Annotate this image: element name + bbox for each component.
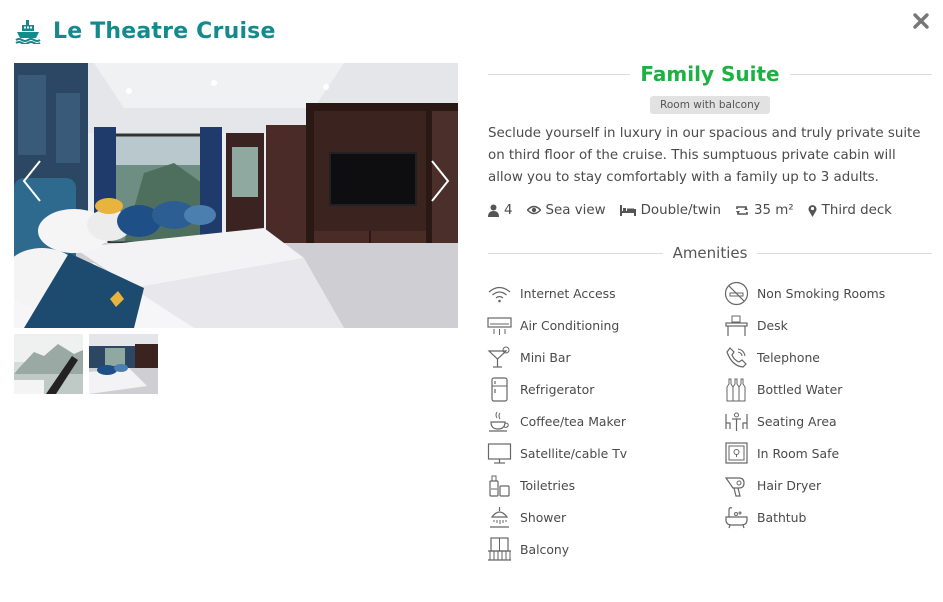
amenity-in-room-safe: In Room Safe [724,437,933,469]
eye-icon [526,205,541,215]
amenity-label: Telephone [757,349,820,365]
safe-icon [724,441,749,466]
bed-icon [619,204,636,216]
amenity-label: Shower [520,509,567,525]
tv-icon [487,441,512,466]
amenity-label: Toiletries [520,477,576,493]
cruise-ship-icon [15,18,41,44]
amenity-label: Bathtub [757,509,807,525]
room-specs: 4 Sea view Double/twin 35 m² Third deck [488,200,932,220]
room-type-badge: Room with balcony [650,96,770,114]
amenity-hair-dryer: Hair Dryer [724,469,933,501]
amenity-label: Balcony [520,541,570,557]
amenity-telephone: Telephone [724,341,933,373]
amenity-balcony: Balcony [487,533,724,565]
close-icon [913,13,929,29]
shower-icon [487,505,512,530]
gallery-next-button[interactable] [428,157,454,205]
amenity-label: Air Conditioning [520,317,620,333]
wifi-icon [487,281,512,306]
amenity-shower: Shower [487,501,724,533]
close-button[interactable] [911,11,931,31]
room-description: Seclude yourself in luxury in our spacio… [488,126,921,185]
amenities-title: Amenities [672,244,748,262]
refrigerator-icon [487,376,512,402]
spec-label: 35 m² [753,202,794,218]
amenity-mini-bar: Mini Bar [487,341,724,373]
spec-label: Double/twin [640,202,721,218]
amenity-label: Internet Access [520,285,616,301]
gallery-prev-button[interactable] [18,157,44,205]
spec-label: Third deck [821,202,892,218]
amenities-list: Internet Access Non Smoking Rooms Air Co… [487,277,933,565]
amenity-coffee-tea-maker: Coffee/tea Maker [487,405,724,437]
cocktail-icon [487,345,512,370]
amenity-label: Desk [757,317,788,333]
amenity-toiletries: Toiletries [487,469,724,501]
room-name: Family Suite [640,62,780,86]
divider [789,73,933,75]
amenity-refrigerator: Refrigerator [487,373,724,405]
thumbnail-strip [14,334,158,394]
amenity-non-smoking-rooms: Non Smoking Rooms [724,277,933,309]
seating-icon [724,409,749,434]
amenity-satellite-cable-tv: Satellite/cable Tv [487,437,724,469]
amenity-label: In Room Safe [757,445,840,461]
coffee-cup-icon [487,409,512,434]
spec-label: 4 [504,202,513,218]
amenity-desk: Desk [724,309,933,341]
chevron-right-icon [431,160,450,202]
modal-header: Le Theatre Cruise [15,14,276,48]
divider [488,73,631,75]
area-icon [735,205,748,215]
amenities-header: Amenities [488,242,932,264]
spec-area: 35 m² [735,203,794,218]
desk-icon [724,313,749,338]
location-pin-icon [808,204,817,217]
room-title-row: Family Suite [488,60,933,88]
amenity-label: Satellite/cable Tv [520,445,628,461]
amenity-label: Bottled Water [757,381,843,397]
amenity-internet-access: Internet Access [487,277,724,309]
amenity-bottled-water: Bottled Water [724,373,933,405]
toiletries-icon [487,473,512,498]
bathtub-icon [724,505,749,530]
spec-deck: Third deck [808,203,892,218]
cruise-title: Le Theatre Cruise [53,18,276,44]
room-photo [14,63,458,328]
air-conditioning-icon [487,313,512,338]
divider [488,252,663,254]
no-smoking-icon [724,281,749,306]
thumbnail-cabin[interactable] [89,334,158,394]
amenity-bathtub: Bathtub [724,501,933,533]
amenity-label: Seating Area [757,413,837,429]
balcony-icon [487,536,512,562]
thumbnail-bay-view[interactable] [14,334,83,394]
amenity-label: Non Smoking Rooms [757,285,886,301]
spec-view: Sea view [526,202,606,218]
chevron-left-icon [22,160,41,202]
amenity-label: Coffee/tea Maker [520,413,626,429]
divider [757,252,932,254]
spec-bed: Double/twin [619,202,721,218]
amenity-label: Refrigerator [520,381,595,397]
spec-label: Sea view [545,202,606,218]
guests-icon [488,204,499,217]
amenity-air-conditioning: Air Conditioning [487,309,724,341]
amenity-seating-area: Seating Area [724,405,933,437]
amenity-label: Hair Dryer [757,477,822,493]
spec-guests: 4 [488,203,513,218]
bottles-icon [724,377,749,402]
telephone-icon [724,345,749,370]
amenity-label: Mini Bar [520,349,571,365]
hair-dryer-icon [724,473,749,498]
room-details: Family Suite Room with balcony Seclude y… [488,60,933,220]
